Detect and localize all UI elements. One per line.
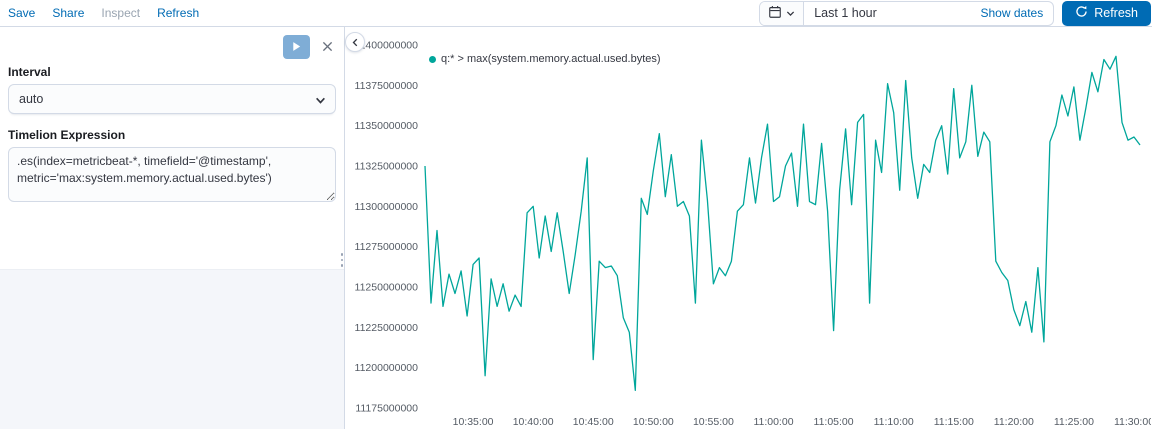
app-menu-links: Save Share Inspect Refresh — [8, 6, 199, 20]
chevron-down-icon — [786, 6, 795, 21]
interval-label: Interval — [8, 65, 51, 79]
svg-text:10:55:00: 10:55:00 — [693, 416, 734, 428]
timelion-expression-input[interactable]: .es(index=metricbeat-*, timefield='@time… — [8, 147, 336, 202]
vertical-dots-icon — [340, 253, 344, 256]
calendar-icon — [768, 5, 782, 22]
share-link[interactable]: Share — [52, 6, 84, 20]
editor-actions — [8, 35, 336, 59]
chevron-down-icon — [315, 95, 326, 109]
top-navigation-bar: Save Share Inspect Refresh Last 1 hour S… — [0, 0, 1152, 27]
svg-text:11:05:00: 11:05:00 — [814, 416, 854, 428]
time-range-display[interactable]: Last 1 hour — [804, 6, 980, 20]
svg-text:11:10:00: 11:10:00 — [874, 416, 914, 428]
svg-text:10:35:00: 10:35:00 — [453, 416, 494, 428]
chevron-left-icon — [351, 35, 360, 50]
refresh-link[interactable]: Refresh — [157, 6, 199, 20]
close-editor-button[interactable] — [318, 38, 336, 56]
interval-select[interactable]: auto — [8, 84, 336, 114]
svg-text:11:20:00: 11:20:00 — [994, 416, 1034, 428]
svg-text:11225000000: 11225000000 — [355, 322, 419, 334]
refresh-button[interactable]: Refresh — [1062, 0, 1151, 26]
save-link[interactable]: Save — [8, 6, 35, 20]
svg-text:11:00:00: 11:00:00 — [753, 416, 793, 428]
chart-legend[interactable]: q:* > max(system.memory.actual.used.byte… — [429, 53, 661, 65]
expression-form: Interval auto Timelion Expression .es(in… — [0, 27, 344, 270]
svg-text:10:50:00: 10:50:00 — [633, 416, 674, 428]
timelion-chart[interactable]: 1140000000011375000000113500000001132500… — [345, 27, 1151, 429]
svg-text:11275000000: 11275000000 — [355, 241, 419, 253]
svg-text:11:30:00: 11:30:00 — [1114, 416, 1151, 428]
show-dates-link[interactable]: Show dates — [981, 6, 1054, 20]
chart-panel: q:* > max(system.memory.actual.used.byte… — [345, 27, 1152, 429]
page-content: Interval auto Timelion Expression .es(in… — [0, 27, 1152, 429]
svg-text:11325000000: 11325000000 — [355, 161, 419, 173]
series-color-dot — [429, 55, 436, 63]
close-icon — [322, 40, 333, 55]
panel-resize-handle[interactable] — [339, 249, 345, 271]
quick-select-menu-button[interactable] — [760, 1, 805, 25]
timelion-editor-panel: Interval auto Timelion Expression .es(in… — [0, 27, 345, 429]
collapse-panel-button[interactable] — [345, 32, 365, 52]
inspect-link[interactable]: Inspect — [101, 6, 140, 20]
svg-text:11300000000: 11300000000 — [355, 201, 419, 213]
svg-text:11350000000: 11350000000 — [355, 120, 419, 132]
interval-selected-value: auto — [19, 92, 44, 106]
time-controls: Last 1 hour Show dates Refresh — [759, 0, 1152, 26]
run-expression-button[interactable] — [283, 35, 310, 59]
refresh-icon — [1075, 5, 1088, 21]
svg-text:11375000000: 11375000000 — [355, 80, 419, 92]
svg-text:11200000000: 11200000000 — [355, 362, 419, 374]
svg-text:11250000000: 11250000000 — [355, 282, 419, 294]
svg-text:10:40:00: 10:40:00 — [513, 416, 554, 428]
play-icon — [291, 40, 302, 55]
svg-text:11:15:00: 11:15:00 — [934, 416, 974, 428]
svg-text:11:25:00: 11:25:00 — [1054, 416, 1094, 428]
svg-text:10:45:00: 10:45:00 — [573, 416, 614, 428]
expression-label: Timelion Expression — [8, 128, 126, 142]
date-picker-group: Last 1 hour Show dates — [759, 0, 1055, 26]
svg-text:11175000000: 11175000000 — [355, 403, 418, 415]
legend-label: q:* > max(system.memory.actual.used.byte… — [441, 53, 661, 65]
